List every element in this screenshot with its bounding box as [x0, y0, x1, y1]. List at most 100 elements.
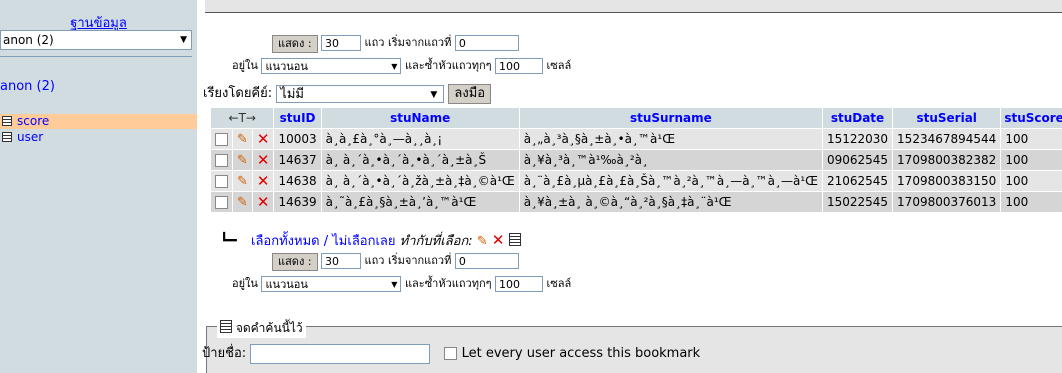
delete-x-icon[interactable]: ✕: [257, 172, 270, 190]
bookmark-row: ป้ายชื่อ: Let every user access this boo…: [202, 342, 700, 364]
repeat-headers-input-bottom[interactable]: 100: [495, 276, 544, 292]
pencil-icon[interactable]: ✎: [237, 132, 248, 147]
display-mode-top: อยู่ใน แนวนอน ▼ และซ้ำหัวแถวทุกๆ 100 เซล…: [232, 58, 571, 74]
cell-stuscores: 100: [1001, 192, 1062, 212]
cell-studate: 09062545: [822, 150, 893, 170]
show-button[interactable]: แสดง :: [272, 35, 318, 53]
go-button[interactable]: ลงมือ: [448, 83, 492, 104]
pencil-icon[interactable]: ✎: [237, 153, 248, 168]
bookmark-label-input[interactable]: [250, 343, 431, 364]
sort-by-key-label: เรียงโดยคีย์:: [203, 86, 273, 101]
check-all-link[interactable]: เลือกทั้งหมด: [251, 234, 320, 249]
action-column-header: ←T→: [211, 108, 274, 128]
repeat-headers-label: และซ้ำหัวแถวทุกๆ: [404, 59, 492, 72]
sort-key-select[interactable]: ไม่มี ▼: [276, 84, 445, 103]
column-header-stuscores[interactable]: stuScores: [1001, 108, 1062, 128]
display-mode-value: แนวนอน: [265, 278, 308, 291]
edit-cell: ✎: [233, 150, 252, 170]
mode-prefix-label: อยู่ใน: [232, 59, 258, 72]
edit-cell: ✎: [233, 192, 252, 212]
cell-stuserial: 1709800383150: [893, 171, 1001, 191]
bookmark-fieldset: จดคำค้นนี้ไว้ ป้ายชื่อ: Let every user a…: [202, 319, 1062, 373]
chevron-down-icon: ▼: [391, 62, 398, 71]
cell-stuserial: 1709800376013: [893, 192, 1001, 212]
bookmark-legend: จดคำค้นนี้ไว้: [217, 319, 306, 338]
start-row-input[interactable]: 0: [454, 35, 519, 51]
cell-stuid: 14638: [274, 171, 321, 191]
sort-by-key-row: เรียงโดยคีย์: ไม่มี ▼ ลงมือ: [203, 82, 492, 104]
sidebar-item-user[interactable]: user: [0, 130, 197, 145]
share-bookmark-checkbox[interactable]: [444, 347, 458, 360]
cells-label: เซลล์: [546, 277, 572, 290]
sidebar-item-label: user: [17, 130, 44, 144]
row-checkbox[interactable]: [215, 175, 228, 188]
edit-cell: ✎: [233, 171, 252, 191]
cell-stusurname: à¸¨à¸£à¸µà¸£à¸£à¸Šà¸™à¸²à¸™à¸—à¸™à¸—à¹Œ: [519, 171, 822, 191]
cell-stuscores: 100: [1001, 129, 1062, 149]
database-select-value: anon (2): [3, 33, 54, 47]
row-checkbox[interactable]: [215, 133, 228, 146]
delete-x-icon[interactable]: ✕: [257, 193, 270, 211]
uncheck-all-link[interactable]: ไม่เลือกเลย: [332, 234, 395, 249]
column-header-stuid[interactable]: stuID: [274, 108, 321, 128]
bookmark-label-caption: ป้ายชื่อ:: [202, 346, 247, 361]
row-checkbox-cell: [211, 171, 232, 191]
chevron-down-icon: ▼: [430, 89, 438, 100]
selection-actions-row: ┗━ เลือกทั้งหมด / ไม่เลือกเลย ทำกับที่เล…: [220, 230, 521, 251]
rows-start-label: แถว เริ่มจากแถวที่: [364, 254, 452, 267]
table-row: ✎ ✕ 14637 à¸ à¸´à¸•à¸´à¸•à¸´à¸±à¸Š à¸¥à¸…: [211, 150, 1062, 170]
results-table: ←T→ stuID stuName stuSurname stuDate stu…: [210, 107, 1062, 213]
cell-studate: 15022545: [822, 192, 893, 212]
delete-cell: ✕: [252, 171, 274, 191]
row-checkbox[interactable]: [215, 196, 228, 209]
cell-stuid: 14639: [274, 192, 321, 212]
sidebar-item-score[interactable]: score: [0, 114, 197, 129]
rows-count-input-bottom[interactable]: 30: [321, 253, 362, 269]
arrow-up-left-icon: ┗━: [220, 233, 237, 249]
repeat-headers-label: และซ้ำหัวแถวทุกๆ: [404, 277, 492, 290]
cell-stusurname: à¸¥à¸³à¸™à¹‰à¸²à¸: [519, 150, 822, 170]
delete-cell: ✕: [252, 192, 274, 212]
edit-selected-icon[interactable]: ✎: [477, 234, 488, 249]
export-selected-icon[interactable]: [508, 233, 521, 246]
cell-stusurname: à¸¥à¸±à¸ à¸©à¸“à¸²à¸§à¸‡à¸¨à¹Œ: [519, 192, 822, 212]
mode-prefix-label: อยู่ใน: [232, 277, 258, 290]
rows-navigation-top: แสดง : 30 แถว เริ่มจากแถวที่ 0: [272, 35, 519, 53]
delete-x-icon[interactable]: ✕: [257, 130, 270, 148]
database-select[interactable]: anon (2) ▼: [0, 30, 192, 50]
cell-stuserial: 1523467894544: [893, 129, 1001, 149]
delete-selected-icon[interactable]: ✕: [492, 231, 505, 249]
column-header-stuname[interactable]: stuName: [321, 108, 519, 128]
column-header-stuserial[interactable]: stuSerial: [893, 108, 1001, 128]
row-checkbox-cell: [211, 129, 232, 149]
rows-start-label: แถว เริ่มจากแถวที่: [364, 36, 452, 49]
display-mode-select[interactable]: แนวนอน ▼: [261, 58, 402, 74]
chevron-down-icon: ▼: [391, 280, 398, 289]
show-button-bottom[interactable]: แสดง :: [272, 253, 318, 271]
start-row-input-bottom[interactable]: 0: [454, 253, 519, 269]
cell-stuname: à¸ à¸´à¸•à¸´à¸žà¸±à¸‡à¸©à¹Œ: [321, 171, 519, 191]
table-header-row: ←T→ stuID stuName stuSurname stuDate stu…: [211, 108, 1062, 128]
with-selected-label: ทำกับที่เลือก:: [399, 234, 473, 249]
pencil-icon[interactable]: ✎: [237, 195, 248, 210]
column-header-studate[interactable]: stuDate: [822, 108, 893, 128]
delete-cell: ✕: [252, 150, 274, 170]
repeat-headers-input[interactable]: 100: [495, 58, 544, 74]
row-checkbox-cell: [211, 150, 232, 170]
navigation-frame: ฐานข้อมูล anon (2) ▼ anon (2) score user: [0, 0, 197, 373]
row-checkbox[interactable]: [215, 154, 228, 167]
cell-stusurname: à¸„à¸³à¸§à¸±à¸•à¸™à¹Œ: [519, 129, 822, 149]
main-frame: แสดง : 30 แถว เริ่มจากแถวที่ 0 อยู่ใน แน…: [202, 0, 1062, 373]
delete-x-icon[interactable]: ✕: [257, 151, 270, 169]
cell-stuid: 14637: [274, 150, 321, 170]
pencil-icon[interactable]: ✎: [237, 174, 248, 189]
column-header-stusurname[interactable]: stuSurname: [519, 108, 822, 128]
edit-cell: ✎: [233, 129, 252, 149]
rows-navigation-bottom: แสดง : 30 แถว เริ่มจากแถวที่ 0: [272, 253, 519, 271]
bookmark-legend-text: จดคำค้นนี้ไว้: [235, 321, 303, 335]
cell-stuname: à¸à¸£à¸°à¸—à¸¸à¸¡: [321, 129, 519, 149]
rows-count-input[interactable]: 30: [321, 35, 362, 51]
current-database-link[interactable]: anon (2): [0, 79, 55, 94]
cell-stuname: à¸ à¸´à¸•à¸´à¸•à¸´à¸±à¸Š: [321, 150, 519, 170]
display-mode-select-bottom[interactable]: แนวนอน ▼: [261, 276, 402, 292]
